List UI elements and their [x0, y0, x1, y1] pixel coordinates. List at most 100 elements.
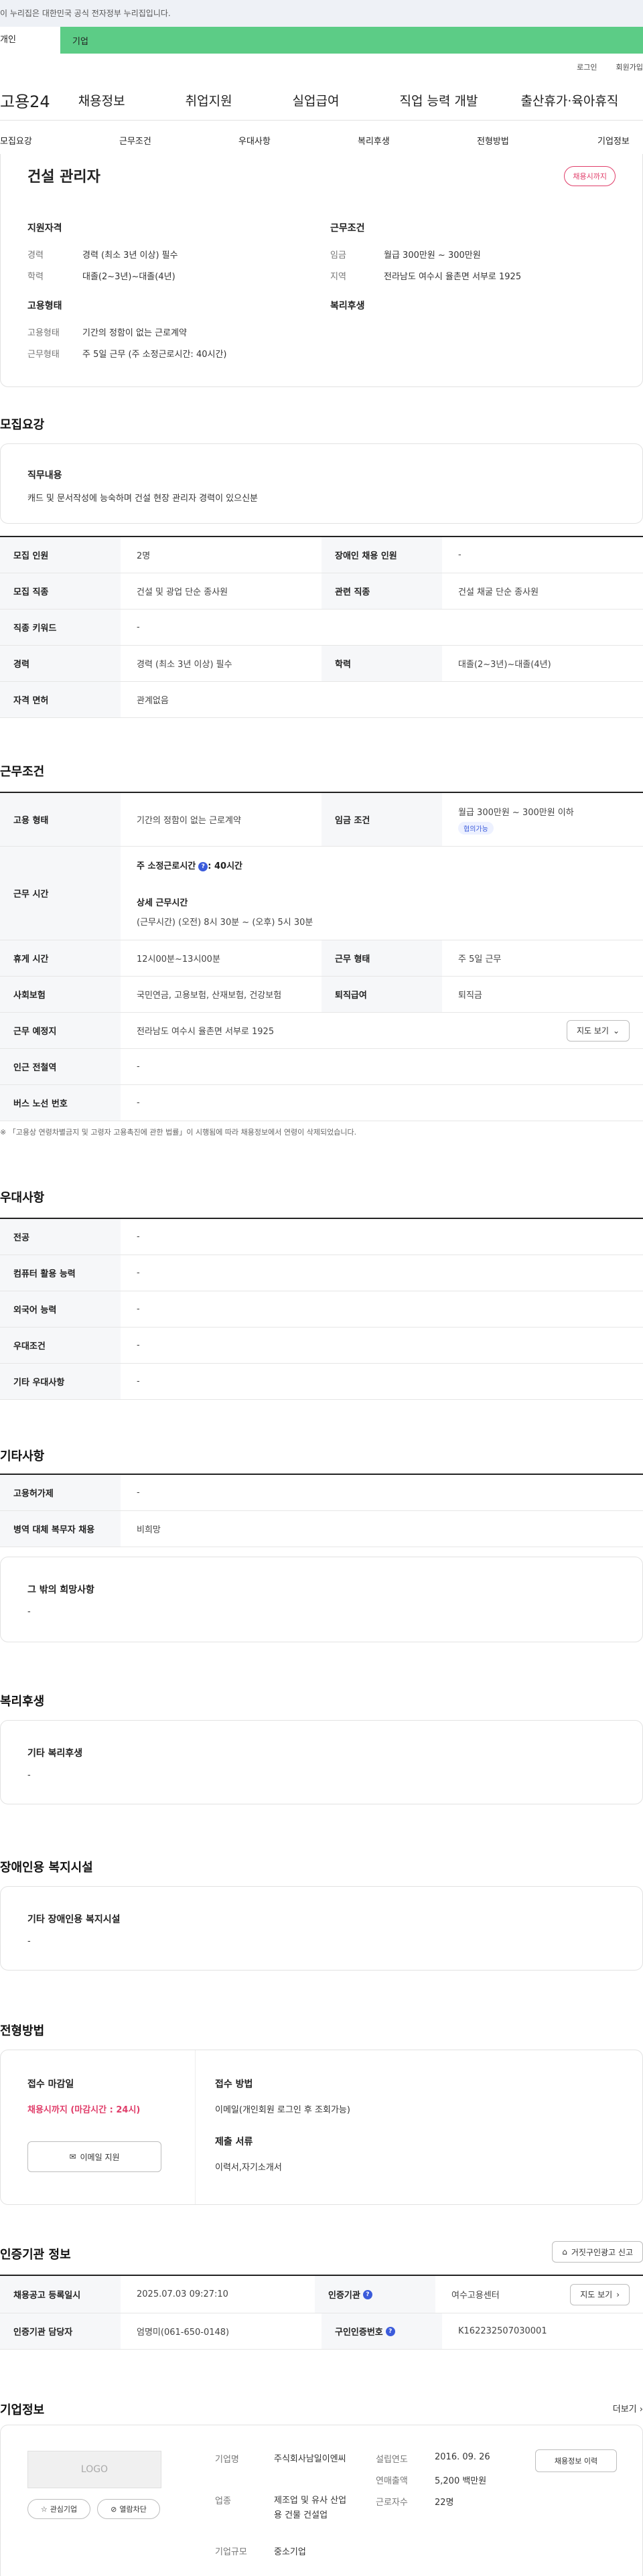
sales-label: 연매출액 — [376, 2476, 408, 2486]
tab-enterprise[interactable]: 기업 — [60, 34, 88, 47]
gnb-item-jobs[interactable]: 채용정보 — [78, 91, 125, 109]
table-row: 고용 형태 기간의 정함이 없는 근로계약 임금 조건 월급 300만원 ~ 3… — [0, 793, 643, 847]
subnav-preferences[interactable]: 우대사항 — [238, 134, 271, 147]
map-button[interactable]: 지도 보기 ⌄ — [566, 1019, 630, 1042]
welfare-title: 복리후생 — [0, 1695, 45, 1709]
table-row: 채용공고 등록일시 2025.07.03 09:27:10 인증기관? 여수고용… — [0, 2276, 643, 2313]
selection-title: 전형방법 — [0, 2024, 45, 2038]
etc-table: 고용허가제 - 병역 대체 복무자 채용 비희망 — [0, 1474, 643, 1547]
table-cell: 퇴직금 — [458, 991, 482, 1001]
gov-notice-text: 이 누리집은 대한민국 공식 전자정부 누리집입니다. — [0, 9, 171, 18]
subnav-welfare[interactable]: 복리후생 — [358, 134, 390, 147]
table-header: 버스 노선 번호 — [0, 1085, 121, 1121]
age-notice: ※ 「고용상 연령차별금지 및 고령자 고용촉진에 관한 법률」이 시행됨에 따… — [0, 1128, 357, 1137]
qualification-heading: 지원자격 — [27, 223, 62, 234]
pref-title: 우대사항 — [0, 1191, 45, 1205]
block-icon: ⊘ — [111, 2504, 117, 2514]
table-cell: - — [137, 1268, 140, 1278]
recruit-title: 모집요강 — [0, 418, 45, 432]
gnb-item-job-training[interactable]: 직업 능력 개발 — [399, 91, 478, 109]
scale-value: 중소기업 — [274, 2547, 306, 2557]
mail-icon: ✉ — [69, 2152, 76, 2161]
table-cell: 2명 — [137, 551, 151, 561]
chevron-right-icon: › — [616, 2289, 620, 2299]
industry-label: 업종 — [215, 2496, 231, 2506]
join-link[interactable]: 회원가입 — [616, 62, 643, 72]
worktype-value: 주 5일 근무 (주 소정근로시간: 40시간) — [82, 350, 227, 360]
hope-card: 그 밖의 희망사항 - — [0, 1557, 643, 1642]
hope-heading: 그 밖의 희망사항 — [27, 1585, 94, 1595]
star-icon: ☆ — [40, 2504, 48, 2514]
gnb-item-parental-leave[interactable]: 출산휴가·육아휴직 — [520, 91, 618, 109]
table-cell: - — [137, 1340, 140, 1350]
email-apply-button[interactable]: ✉ 이메일 지원 — [27, 2141, 161, 2172]
subnav-selection[interactable]: 전형방법 — [477, 134, 509, 147]
work-table: 고용 형태 기간의 정함이 없는 근로계약 임금 조건 월급 300만원 ~ 3… — [0, 792, 643, 1121]
interest-company-button[interactable]: ☆ 관심기업 — [27, 2499, 90, 2519]
table-cell: 기간의 정함이 없는 근로계약 — [137, 816, 241, 826]
table-cell: K162232507030001 — [458, 2326, 547, 2336]
agency-map-button[interactable]: 지도 보기 › — [570, 2283, 630, 2305]
table-cell: 건설 및 광업 단순 종사원 — [137, 587, 228, 597]
table-cell: - — [137, 1376, 140, 1386]
disabled-heading: 기타 장애인용 복지시설 — [27, 1914, 121, 1925]
tab-individual[interactable]: 개인 — [0, 27, 60, 54]
subnav-conditions[interactable]: 근무조건 — [119, 134, 151, 147]
interest-label: 관심기업 — [50, 2505, 78, 2514]
site-logo[interactable]: 고용24 — [0, 88, 50, 112]
table-row: 외국어 능력 - — [0, 1291, 643, 1328]
table-header: 경력 — [0, 646, 121, 681]
place-value: 전라남도 여수시 율촌면 서부로 1925 — [137, 1027, 275, 1037]
table-cell: 2025.07.03 09:27:10 — [137, 2289, 228, 2299]
conditions-heading: 근무조건 — [330, 223, 365, 234]
work-title: 근무조건 — [0, 765, 45, 779]
subnav-recruit[interactable]: 모집요강 — [0, 134, 32, 147]
table-row: 모집 인원 2명 장애인 채용 인원 - — [0, 537, 643, 573]
career-label: 경력 — [27, 251, 44, 261]
region-value: 전라남도 여수시 율촌면 서부로 1925 — [384, 272, 522, 282]
place-cell: 전라남도 여수시 율촌면 서부로 1925 지도 보기 ⌄ — [121, 1013, 643, 1048]
table-cell: - — [137, 1062, 140, 1072]
table-row: 컴퓨터 활용 능력 - — [0, 1255, 643, 1291]
info-icon[interactable]: ? — [385, 2326, 395, 2336]
career-value: 경력 (최소 3년 이상) 필수 — [82, 251, 178, 261]
company-more-link[interactable]: 더보기 › — [613, 2402, 643, 2415]
false-ad-report-button[interactable]: ⌂ 거짓구인광고 신고 — [552, 2241, 643, 2263]
table-header: 근무 형태 — [322, 940, 442, 976]
table-row: 인증기관 담당자 엄명미(061-650-0148) 구인인증번호? K1622… — [0, 2313, 643, 2350]
table-header: 채용공고 등록일시 — [0, 2276, 121, 2313]
gnb-item-unemployment-benefit[interactable]: 실업급여 — [293, 91, 340, 109]
company-name-value: 주식회사남일이엔씨 — [274, 2454, 346, 2464]
table-row: 기타 우대사항 - — [0, 1364, 643, 1400]
table-cell: - — [137, 1488, 140, 1498]
map-button-label: 지도 보기 — [576, 1026, 609, 1035]
table-row: 고용허가제 - — [0, 1475, 643, 1511]
company-logo: LOGO — [27, 2451, 161, 2488]
wage-value: 월급 300만원 ~ 300만원 이하 — [458, 807, 574, 818]
info-icon[interactable]: ? — [198, 861, 208, 871]
employees-value: 22명 — [435, 2498, 454, 2508]
table-row: 병역 대체 복무자 채용 비희망 — [0, 1511, 643, 1547]
table-cell: - — [137, 622, 140, 632]
table-header: 병역 대체 복무자 채용 — [0, 1511, 121, 1547]
chevron-down-icon: ⌄ — [612, 1025, 620, 1035]
login-link[interactable]: 로그인 — [577, 62, 597, 72]
block-company-button[interactable]: ⊘ 열람차단 — [97, 2499, 160, 2519]
job-history-button[interactable]: 채용정보 이력 — [535, 2449, 617, 2472]
table-cell: 대졸(2~3년)~대졸(4년) — [458, 660, 551, 670]
table-cell: 주 5일 근무 — [458, 954, 502, 964]
table-row: 사회보험 국민연금, 고용보험, 산재보험, 건강보험 퇴직급여 퇴직금 — [0, 977, 643, 1013]
hope-value: - — [27, 1607, 31, 1617]
deadline-badge: 채용시까지 — [564, 166, 616, 186]
table-row: 버스 노선 번호 - — [0, 1085, 643, 1121]
user-type-tabs: 개인 기업 — [0, 27, 643, 54]
report-label: 거짓구인광고 신고 — [571, 2247, 633, 2257]
info-icon[interactable]: ? — [362, 2289, 372, 2299]
table-cell: - — [137, 1098, 140, 1108]
deadline-value: 채용시까지 (마감시간 : 24시) — [27, 2105, 141, 2115]
subnav-company[interactable]: 기업정보 — [597, 134, 630, 147]
gnb-item-employment-support[interactable]: 취업지원 — [186, 91, 232, 109]
agency-map-label: 지도 보기 — [580, 2290, 613, 2299]
email-apply-label: 이메일 지원 — [80, 2152, 120, 2162]
table-cell: - — [137, 1232, 140, 1242]
